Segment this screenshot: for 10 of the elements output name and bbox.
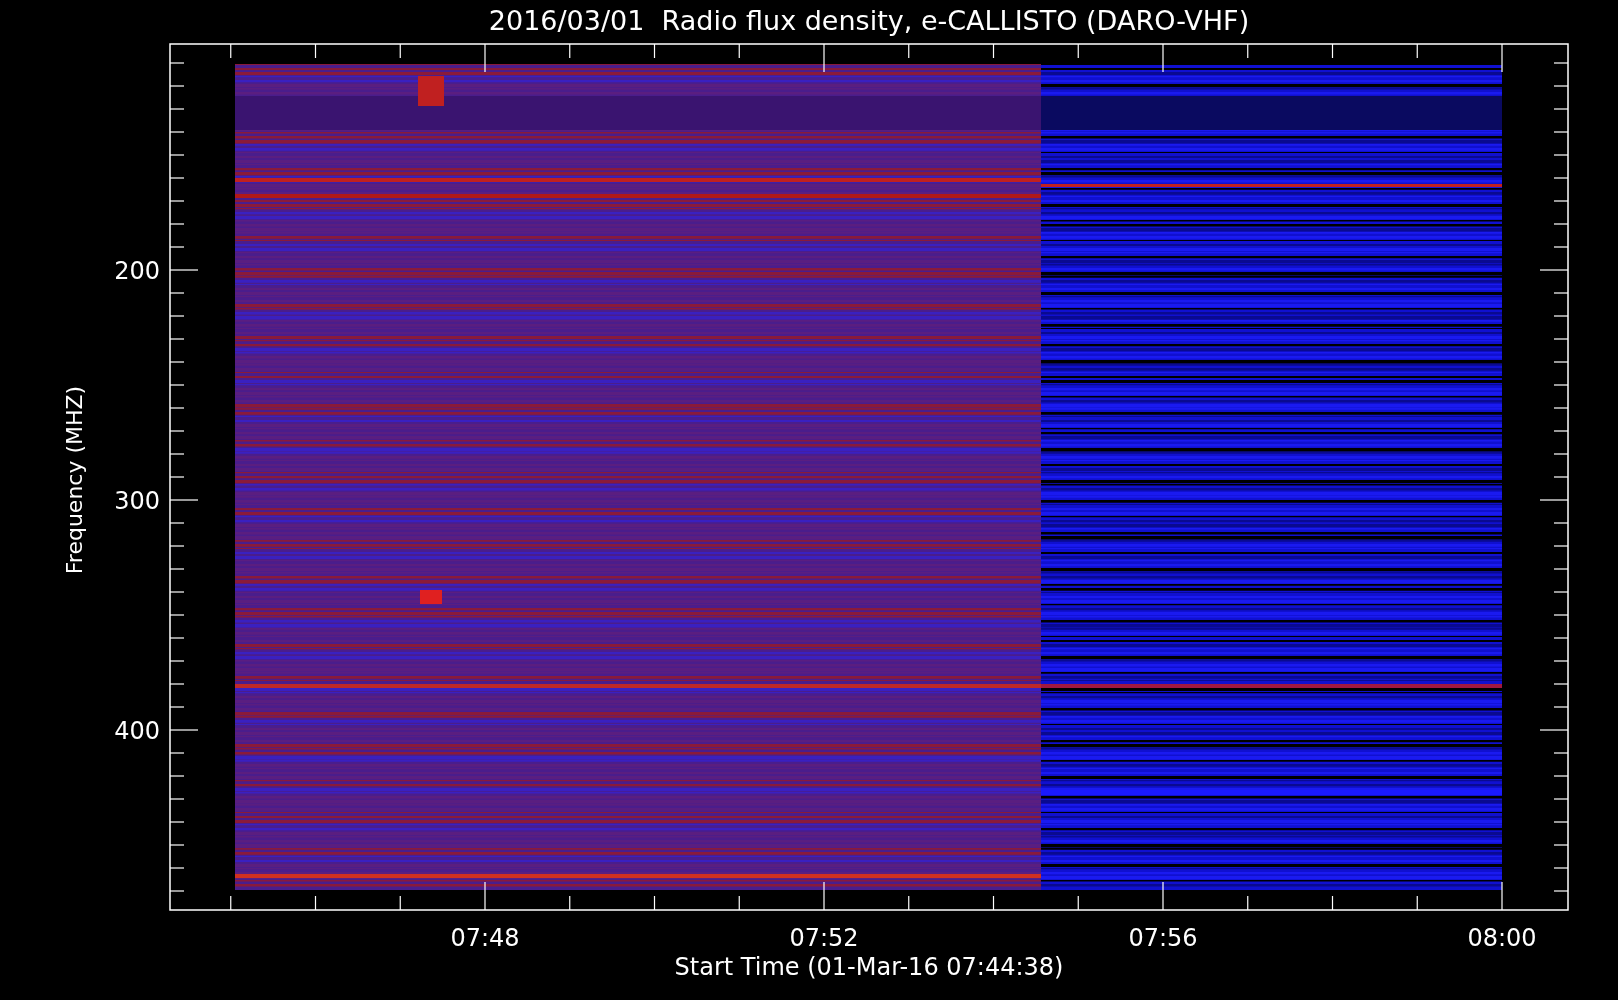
y-tick-label: 200: [114, 257, 160, 285]
y-axis-label: Frequency (MHZ): [62, 385, 87, 575]
x-tick-label: 07:56: [1128, 924, 1198, 952]
x-tick-label: 07:52: [789, 924, 859, 952]
x-axis-label: Start Time (01-Mar-16 07:44:38): [674, 953, 1064, 981]
x-tick-label: 08:00: [1467, 924, 1537, 952]
chart-title: 2016/03/01 Radio flux density, e-CALLISTO (DARO-VHF): [488, 5, 1250, 36]
y-tick-label: 400: [114, 717, 160, 745]
y-tick-label: 300: [114, 487, 160, 515]
x-tick-label: 07:48: [450, 924, 520, 952]
